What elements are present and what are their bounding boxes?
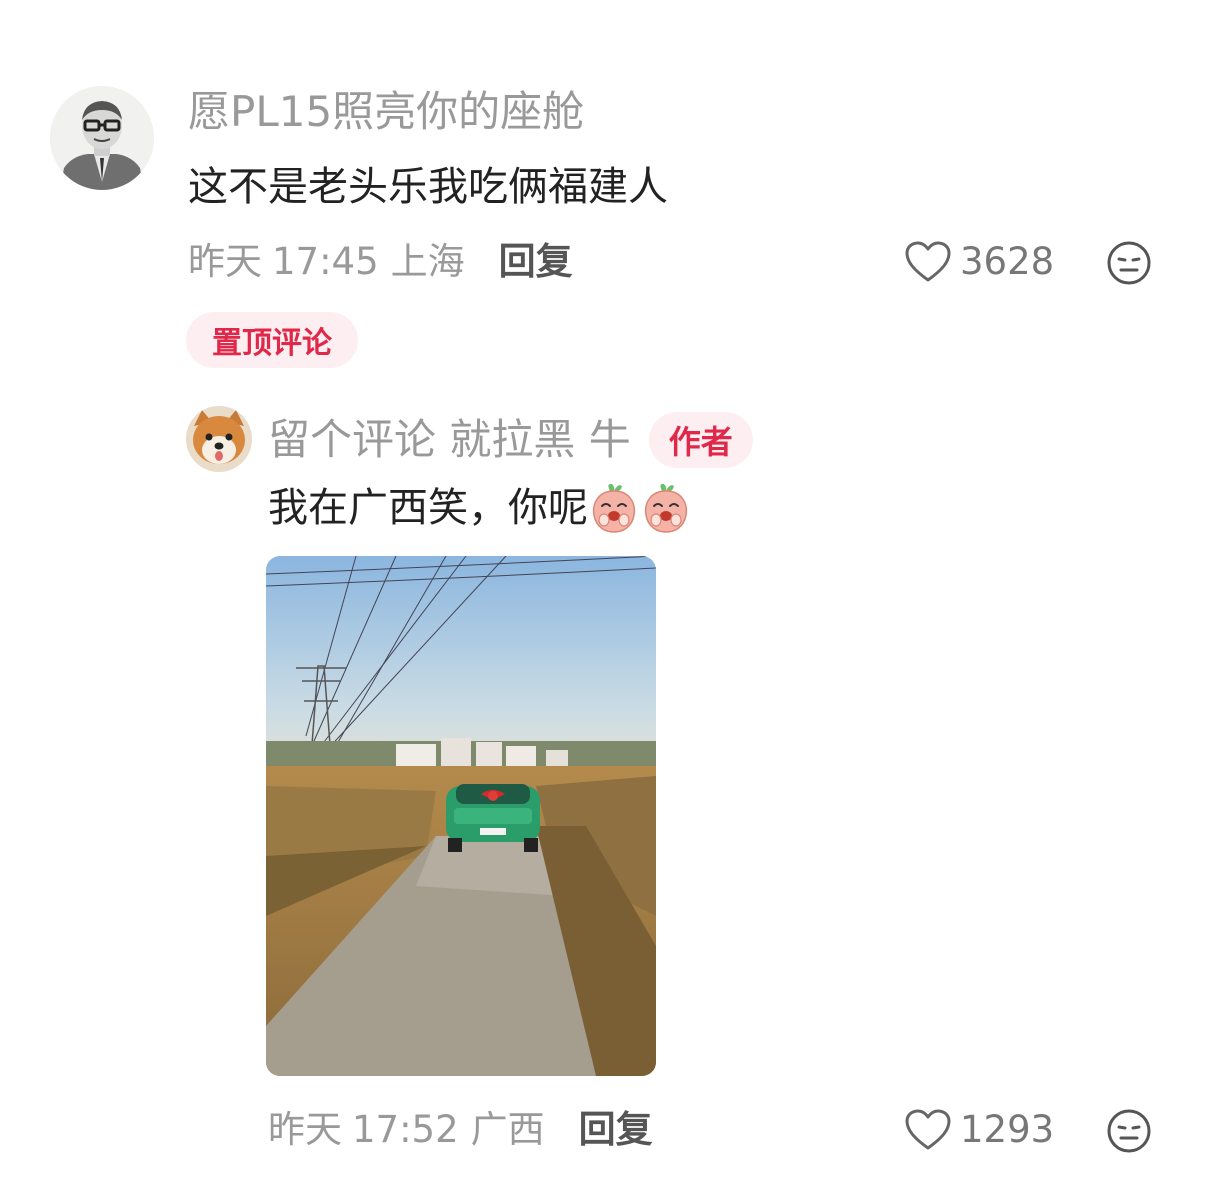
comment-text: 这不是老头乐我吃俩福建人 — [188, 164, 668, 210]
reply-meta: 昨天 17:52 广西 回复 — [268, 1108, 653, 1152]
green-car-on-country-road-photo-icon — [266, 556, 656, 1076]
pinned-comment-badge: 置顶评论 — [186, 312, 358, 368]
comment-time: 17:45 — [272, 240, 379, 283]
reply-location: 广西 — [470, 1108, 545, 1151]
reply-like-button[interactable]: 1293 — [904, 1108, 1054, 1152]
reply-text-row: 我在广西笑，你呢 — [268, 482, 692, 534]
reply-username[interactable]: 留个评论 就拉黑 牛 — [268, 415, 631, 465]
comment-location: 上海 — [390, 240, 465, 283]
reply-time: 17:52 — [352, 1108, 459, 1151]
comment-like-button[interactable]: 3628 — [904, 240, 1054, 284]
reply-header: 留个评论 就拉黑 牛 作者 — [268, 412, 753, 468]
comment-meta: 昨天 17:45 上海 回复 — [188, 240, 573, 284]
comment-reply-button[interactable]: 回复 — [499, 240, 573, 284]
reply-image[interactable] — [266, 556, 656, 1076]
commenter-avatar[interactable] — [50, 86, 154, 190]
dislike-face-icon[interactable] — [1106, 240, 1152, 286]
commenter-username[interactable]: 愿PL15照亮你的座舱 — [188, 87, 584, 137]
reply-text: 我在广西笑，你呢 — [268, 485, 588, 531]
dislike-face-icon[interactable] — [1106, 1108, 1152, 1154]
man-with-glasses-portrait-icon — [50, 86, 154, 190]
comment-date: 昨天 — [188, 240, 262, 283]
comment-like-count: 3628 — [960, 240, 1055, 283]
peach-laugh-emoji-icon — [588, 482, 640, 534]
heart-icon — [904, 1108, 952, 1152]
reply-reply-button[interactable]: 回复 — [579, 1108, 653, 1152]
reply-date: 昨天 — [268, 1108, 342, 1151]
reply-like-count: 1293 — [960, 1108, 1055, 1151]
author-badge: 作者 — [648, 412, 753, 468]
shiba-dog-avatar-icon — [186, 406, 252, 472]
heart-icon — [904, 240, 952, 284]
reply-author-avatar[interactable] — [186, 406, 252, 472]
peach-laugh-emoji-icon — [640, 482, 692, 534]
